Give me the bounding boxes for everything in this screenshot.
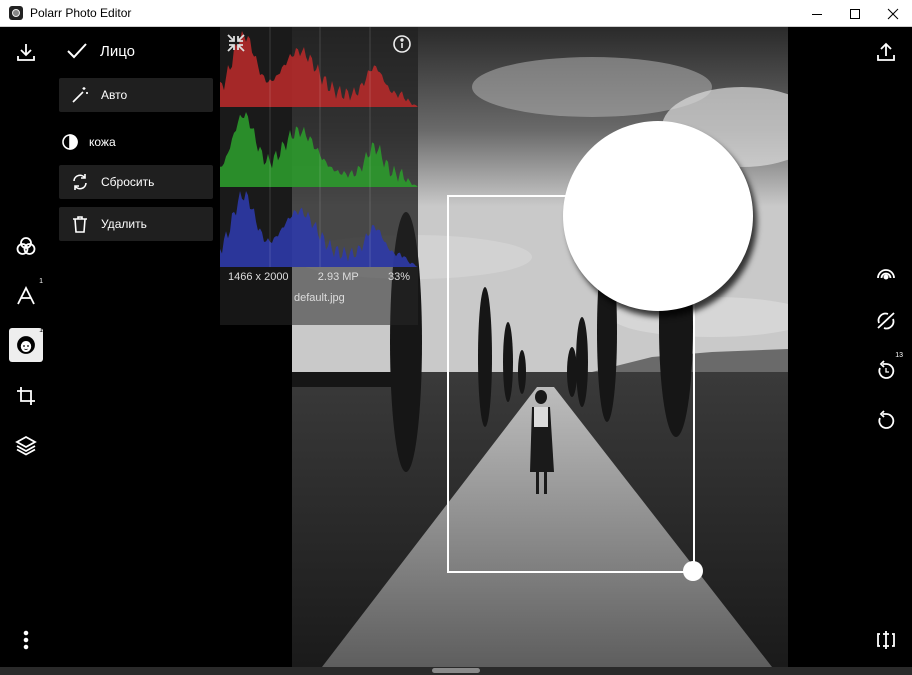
histogram-chart (220, 27, 418, 267)
face-icon (17, 336, 35, 354)
close-icon (887, 8, 899, 19)
image-filename: default.jpg (294, 292, 345, 304)
image-megapixels: 2.93 MP (317, 271, 359, 283)
minimize-icon (812, 13, 822, 15)
close-button[interactable] (874, 0, 912, 27)
text-badge: 1 (39, 278, 43, 285)
maximize-icon (850, 8, 860, 19)
info-icon[interactable] (392, 34, 412, 54)
bottom-drawer-handle[interactable] (432, 668, 480, 673)
delete-label: Удалить (101, 217, 147, 231)
history-icon (878, 360, 895, 379)
photo-canvas[interactable]: 1466 x 2000 2.93 MP 33% default.jpg (220, 27, 788, 667)
reset-icon (73, 174, 87, 190)
compare-button[interactable] (871, 625, 901, 655)
download-button[interactable] (9, 35, 43, 69)
export-icon (877, 42, 895, 61)
window-title: Polarr Photo Editor (30, 6, 132, 20)
history-badge: 13 (895, 352, 903, 359)
text-icon (17, 285, 35, 305)
auto-label: Авто (101, 88, 128, 102)
image-info-row: 1466 x 2000 2.93 MP 33% (228, 271, 410, 283)
title-bar: Polarr Photo Editor (0, 0, 912, 27)
filters-button[interactable] (9, 229, 43, 263)
app-logo-icon (9, 6, 23, 20)
layers-button[interactable] (9, 428, 43, 462)
compare-icon (877, 631, 895, 649)
more-vertical-icon (23, 630, 29, 650)
hide-edits-icon (877, 312, 895, 330)
collapse-icon[interactable] (226, 33, 246, 53)
face-badge: 1 (39, 327, 43, 334)
reset-button[interactable]: Сбросить (59, 165, 213, 199)
panel-header: Лицо (66, 41, 135, 61)
trash-icon (73, 216, 87, 233)
skin-toggle[interactable]: кожа (61, 133, 116, 151)
panel-title: Лицо (100, 42, 135, 60)
face-resize-handle[interactable] (683, 561, 703, 581)
crop-icon (17, 387, 35, 405)
zoom-level: 33% (387, 271, 410, 283)
crop-button[interactable] (9, 379, 43, 413)
text-button[interactable]: 1 (9, 278, 43, 313)
filters-icon (16, 237, 36, 255)
retouch-button[interactable] (871, 257, 901, 287)
layers-icon (15, 435, 37, 456)
hide-edits-button[interactable] (871, 306, 901, 336)
maximize-button[interactable] (836, 0, 874, 27)
magic-wand-icon (72, 87, 88, 103)
minimize-button[interactable] (798, 0, 836, 27)
confirm-check-icon[interactable] (66, 41, 88, 61)
undo-button[interactable] (871, 406, 901, 436)
face-panel: Лицо Авто кожа Сбросить Удалить (52, 27, 220, 667)
more-button[interactable] (9, 623, 43, 657)
histogram-panel: 1466 x 2000 2.93 MP 33% default.jpg (220, 27, 418, 325)
skin-label: кожа (89, 135, 116, 149)
auto-button[interactable]: Авто (59, 78, 213, 112)
retouch-icon (877, 269, 895, 280)
left-toolbar: 1 1 (0, 27, 52, 667)
right-toolbar: 13 (788, 27, 912, 667)
window-controls (798, 0, 912, 27)
contrast-icon (62, 134, 78, 150)
export-button[interactable] (871, 37, 901, 67)
undo-icon (878, 410, 895, 429)
face-mask-circle[interactable] (563, 121, 753, 311)
face-button[interactable]: 1 (9, 327, 43, 362)
download-icon (17, 44, 35, 61)
image-resolution: 1466 x 2000 (228, 271, 289, 283)
bottom-bar (0, 667, 912, 675)
delete-button[interactable]: Удалить (59, 207, 213, 241)
reset-label: Сбросить (101, 175, 155, 189)
history-button[interactable]: 13 (871, 352, 903, 386)
